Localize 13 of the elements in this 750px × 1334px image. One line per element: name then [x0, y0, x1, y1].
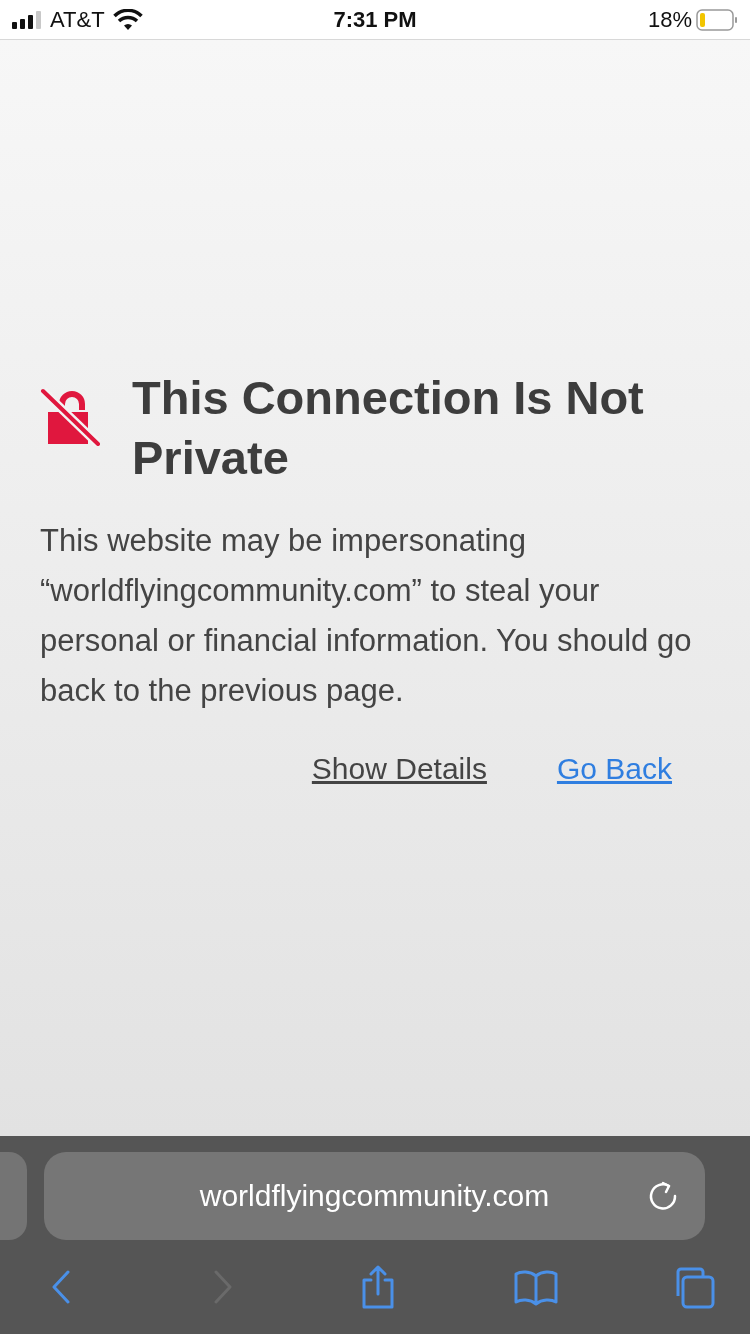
- carrier-name: AT&T: [50, 6, 105, 33]
- clock-time: 7:31 PM: [333, 6, 417, 33]
- signal-icon: [12, 10, 42, 29]
- battery-icon: [696, 8, 738, 31]
- reload-icon[interactable]: [647, 1180, 679, 1212]
- warning-title: This Connection Is Not Private: [132, 370, 645, 486]
- wifi-icon: [112, 8, 143, 31]
- warning-message: This website may be impersonating “worldflyingcommunity.com” to steal your personal or financial information. You should go back to the previous page.: [40, 522, 693, 710]
- battery-percent: 18%: [647, 6, 692, 33]
- go-back-link[interactable]: Go Back: [556, 752, 672, 786]
- address-bar[interactable]: worldflyingcommunity.com: [44, 1152, 705, 1240]
- details-link[interactable]: Show Details: [311, 752, 487, 786]
- broken-lock-icon: [40, 388, 102, 446]
